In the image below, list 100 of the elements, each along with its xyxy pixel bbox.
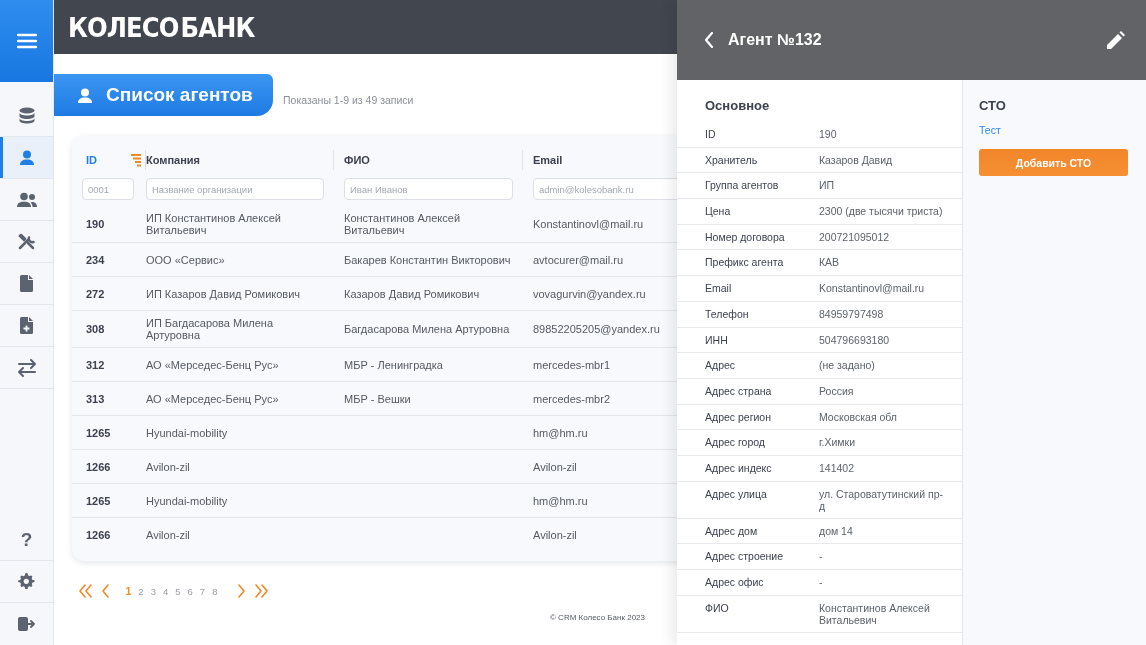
field-value: 2300 (две тысячи триста) [819,205,944,218]
pencil-icon [1107,31,1125,49]
field-label: Номер договора [704,230,786,244]
field-label: Адрес индекс [704,461,773,475]
table-cell: 234 [86,253,105,266]
chevron-icon [102,584,109,598]
field-label: Префикс агента [704,256,785,269]
users-icon [16,192,37,207]
document-icon [20,275,33,292]
table-cell: ООО «Сервис» [146,253,225,266]
service-link[interactable]: Тест [963,124,1146,136]
field-label: Адрес офис [704,576,765,589]
menu-icon [16,33,37,49]
table-cell: 313 [86,392,105,405]
field-label: Адрес строение [704,550,785,563]
table-cell: 272 [86,287,105,300]
column-header[interactable]: ФИО [344,154,370,166]
table-cell: 1266 [86,528,111,541]
tools-icon [18,233,35,250]
page-button[interactable]: 8 [208,585,221,597]
table-cell: ИП Багдасарова Милена Артуровна [146,317,274,341]
document-add-icon [20,317,33,334]
field-label: Адрес город [704,436,766,449]
field-label: Адрес улица [704,487,768,501]
section-title: Основное [704,98,771,115]
section-title: СТО [978,98,1007,115]
page-button[interactable]: 6 [184,585,197,597]
user-icon [78,87,92,103]
record-count: Показаны 1-9 из 49 записи [283,94,414,106]
logout-icon [18,616,35,632]
field-label: ФИО [704,601,730,615]
table-cell: 312 [86,358,105,371]
field-value: Константинов Алексей Витальевич [819,601,931,627]
field-value: Россия [819,384,855,398]
back-button[interactable] [703,30,716,50]
back-chevron-icon [705,32,714,48]
field-label: Email [704,282,733,295]
edit-button[interactable] [1105,29,1127,51]
field-label: ID [704,128,717,141]
page-button[interactable]: 3 [147,585,160,597]
table-cell: 89852205205@yandex.ru [533,323,660,335]
table-cell: vovagurvin@yandex.ru [533,287,646,300]
page-button[interactable]: 4 [159,585,172,597]
table-cell: mercedes-mbr2 [533,392,611,405]
field-value: - [819,576,824,589]
double-chevron-icon [79,584,92,598]
sidebar-item[interactable] [0,137,53,179]
page-button[interactable]: 1 [122,585,135,597]
table-cell: hm@hm.ru [533,426,588,439]
field-value: 190 [819,128,838,141]
table-cell: АО «Мерседес-Бенц Рус» [146,392,279,405]
panel-title: Агент №132 [728,31,822,49]
table-cell: Константинов Алексей Витальевич [344,212,461,236]
logo: КОЛЕСО БАНК [68,11,255,43]
filter-field[interactable]: admin@kolesobank.ru [533,178,677,200]
table-cell: Avilon-zil [146,528,190,541]
field-label: Группа агентов [704,179,780,192]
page-button[interactable]: 2 [134,585,148,597]
filter-field[interactable]: Название организации [146,178,324,200]
footer-text: © CRM Колесо Банк 2023 [550,613,645,622]
field-value: ИП [819,179,836,192]
table-cell: Бакарев Константин Викторович [344,253,511,266]
table-cell: Avilon-zil [146,460,190,473]
table-cell: ИП Казаров Давид Ромикович [146,287,301,300]
field-value: 200721095012 [819,230,891,244]
chevron-icon [237,584,245,598]
field-label: Телефон [704,307,750,321]
table-cell: Hyundai-mobility [146,494,228,507]
table-cell: ИП Константинов Алексей Витальевич [146,212,281,236]
table-cell: hm@hm.ru [533,494,588,507]
settings-icon [18,573,35,590]
table-cell: Konstantinovl@mail.ru [533,218,644,230]
table-cell: 308 [86,323,105,335]
field-value: Konstantinovl@mail.ru [819,282,926,295]
column-header[interactable]: Компания [146,154,200,166]
table-cell: Avilon-zil [533,528,577,541]
column-header[interactable]: ID [86,154,97,166]
field-value: ул. Староватутинский пр-д [819,487,944,513]
field-value: - [819,550,824,563]
table-cell: avtocurer@mail.ru [533,253,624,266]
help-button[interactable]: ? [0,519,53,561]
field-value: 141402 [819,461,856,475]
page-title: Список агентов [54,74,273,116]
field-label: Адрес страна [704,384,773,398]
table-cell: 1266 [86,460,111,473]
field-value: дом 14 [819,524,854,538]
column-header[interactable]: Email [533,154,563,166]
field-label: Хранитель [704,153,759,167]
page-button[interactable]: 7 [196,585,209,597]
field-value: Московская обл [819,410,898,424]
table-cell: 1265 [86,426,111,439]
filter-field[interactable]: 0001 [82,178,134,200]
field-value: 84959797498 [819,307,885,321]
filter-field[interactable]: Иван Иванов [344,178,513,200]
table-cell: Avilon-zil [533,460,577,473]
table-cell: МБР - Ленинградка [344,358,443,371]
page-button[interactable]: 5 [171,585,185,597]
exchange-arrows-icon [17,358,36,377]
add-button[interactable]: Добавить СТО [979,149,1128,176]
field-value: 504796693180 [819,333,891,346]
